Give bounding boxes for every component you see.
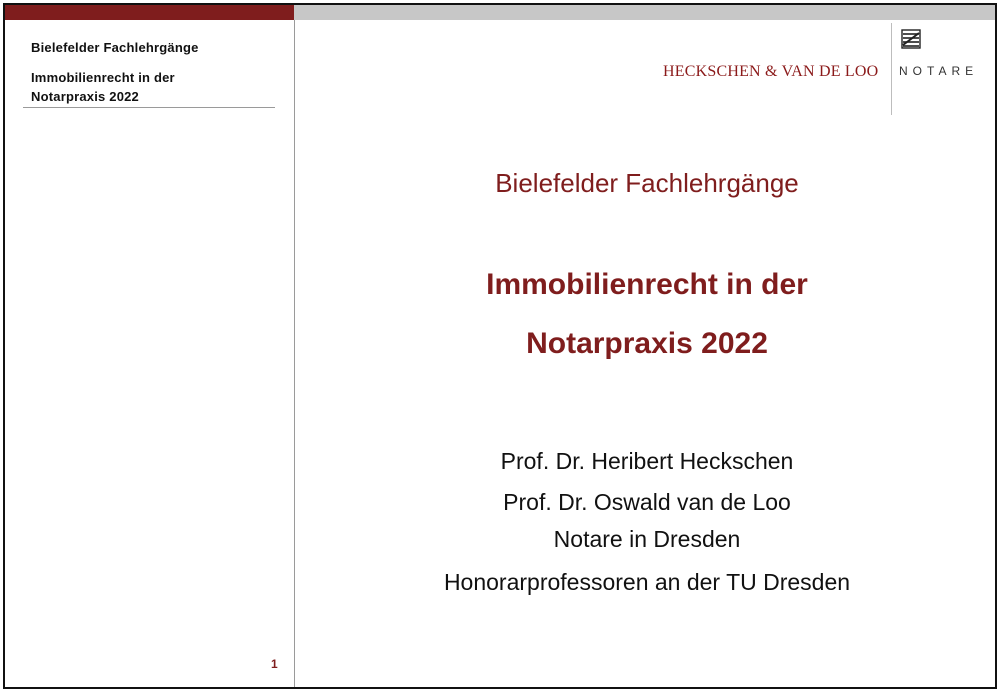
author-role: Notare in Dresden xyxy=(553,526,741,552)
sidebar-divider xyxy=(23,107,275,108)
slide-frame: Bielefelder Fachlehrgänge Immobilienrech… xyxy=(3,3,997,689)
slide-subtitle: Bielefelder Fachlehrgänge xyxy=(495,168,799,198)
author-heckschen: Prof. Dr. Heribert Heckschen xyxy=(500,448,794,474)
top-bar-accent xyxy=(5,5,294,20)
logo-divider xyxy=(891,23,892,115)
sidebar-course-line1: Immobilienrecht in der xyxy=(31,70,175,85)
page-number: 1 xyxy=(271,657,278,671)
slide-title-line1: Immobilienrecht in der xyxy=(486,268,808,301)
firm-logo-notare: NOTARE xyxy=(899,64,979,78)
saxony-crest-icon xyxy=(901,29,921,49)
sidebar: Bielefelder Fachlehrgänge Immobilienrech… xyxy=(5,20,295,687)
firm-logo-name: HECKSCHEN & VAN DE LOO xyxy=(663,63,879,80)
slide-title-line2: Notarpraxis 2022 xyxy=(526,327,768,360)
author-affiliation: Honorarprofessoren an der TU Dresden xyxy=(443,569,851,595)
author-van-de-loo: Prof. Dr. Oswald van de Loo xyxy=(503,489,791,515)
top-bar-grey xyxy=(294,5,995,20)
sidebar-course-line2: Notarpraxis 2022 xyxy=(31,89,139,104)
sidebar-header: Bielefelder Fachlehrgänge xyxy=(31,40,199,55)
